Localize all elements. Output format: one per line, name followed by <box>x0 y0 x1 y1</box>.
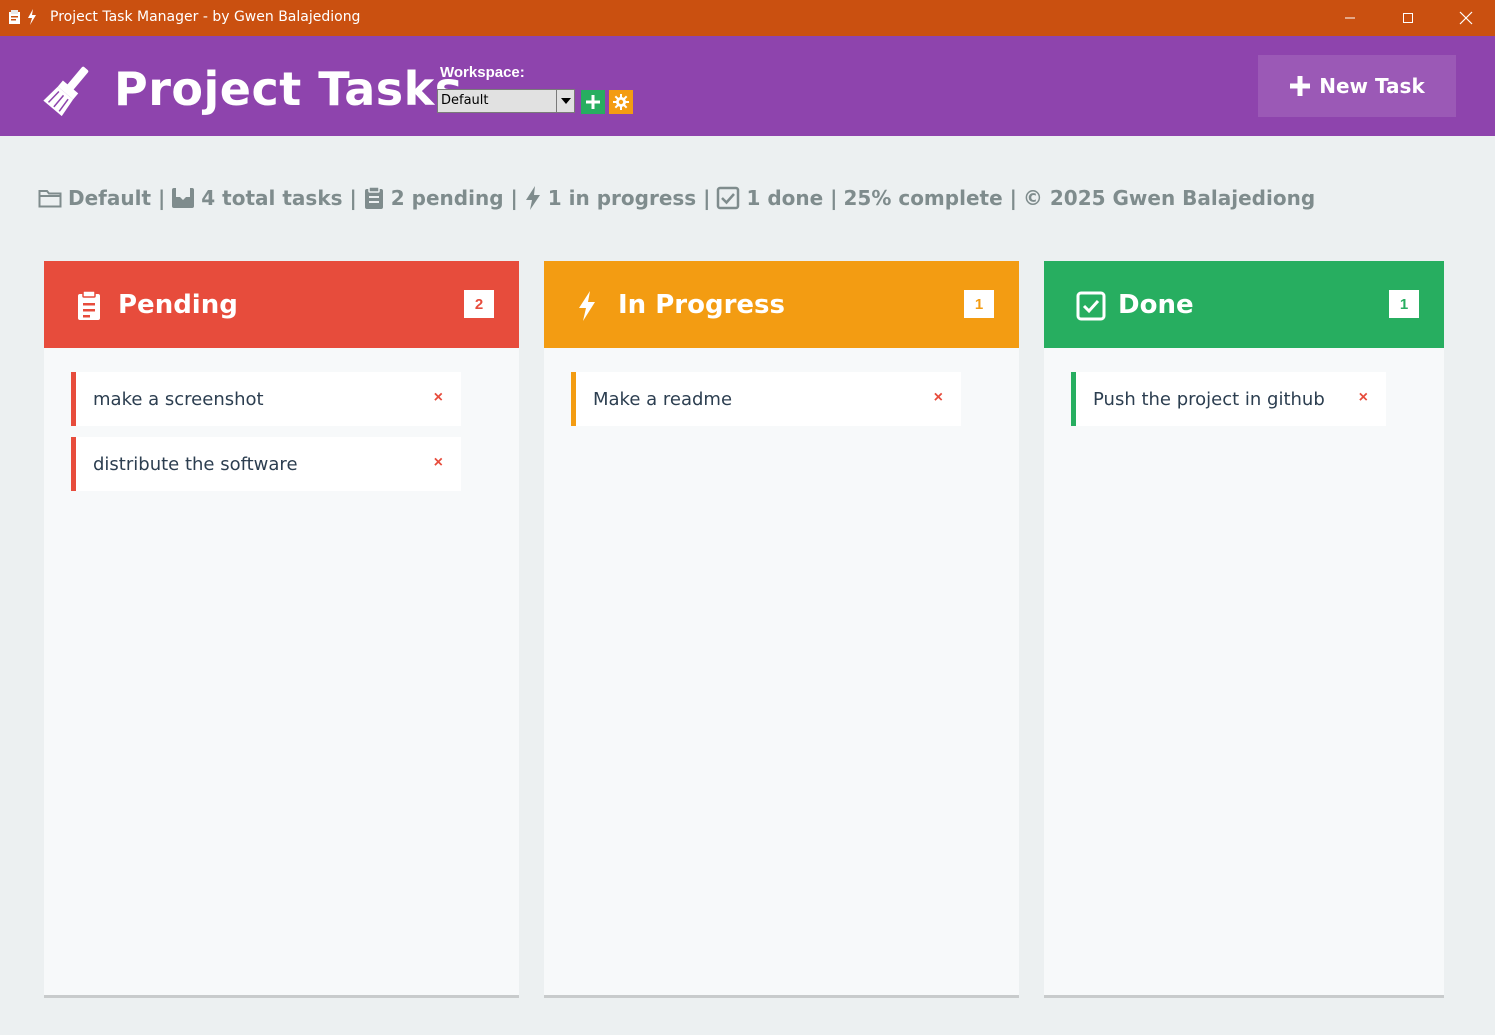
maximize-button[interactable] <box>1379 0 1437 36</box>
lightning-icon <box>525 186 540 210</box>
column-title: Pending <box>118 290 238 320</box>
new-task-label: New Task <box>1319 74 1425 98</box>
close-button[interactable] <box>1437 0 1495 36</box>
workspace-settings-button[interactable] <box>609 90 633 114</box>
status-workspace: Default | <box>68 186 166 210</box>
status-copyright: © 2025 Gwen Balajediong <box>1022 186 1316 210</box>
new-task-button[interactable]: New Task <box>1258 55 1456 117</box>
task-text: Make a readme <box>593 389 733 410</box>
clipboard-icon <box>78 291 100 320</box>
delete-task-button[interactable]: × <box>1359 389 1368 407</box>
column-header-pending: Pending 2 <box>44 261 519 348</box>
delete-task-button[interactable]: × <box>434 454 443 472</box>
window-title: Project Task Manager - by Gwen Balajedio… <box>50 9 361 25</box>
workspace-selected-value: Default <box>441 93 489 108</box>
app-header: Project Tasks Workspace: Default New Tas… <box>0 36 1495 136</box>
lightning-icon <box>579 291 595 321</box>
column-title: In Progress <box>618 290 785 320</box>
app-title: Project Tasks <box>114 62 463 116</box>
minimize-button[interactable] <box>1321 0 1379 36</box>
delete-task-button[interactable]: × <box>934 389 943 407</box>
column-pending: Pending 2 make a screenshot × distribute… <box>44 261 519 998</box>
minimize-icon <box>1345 17 1355 19</box>
window-controls <box>1321 0 1495 36</box>
status-summary: Default | 4 total tasks | 2 pending | 1 … <box>38 185 1315 211</box>
clipboard-icon <box>364 186 383 209</box>
status-pending: 2 pending | <box>390 186 518 210</box>
chevron-down-icon[interactable] <box>556 90 574 112</box>
plus-icon <box>586 95 600 109</box>
column-count-badge: 2 <box>464 290 494 318</box>
task-card[interactable]: Push the project in github × <box>1071 372 1386 426</box>
inbox-icon <box>172 188 195 208</box>
lightning-small-icon <box>28 9 36 25</box>
column-in-progress: In Progress 1 Make a readme × <box>544 261 1019 998</box>
task-text: Push the project in github <box>1093 389 1325 410</box>
task-card[interactable]: distribute the software × <box>71 437 461 491</box>
window-titlebar[interactable]: Project Task Manager - by Gwen Balajedio… <box>0 0 1495 36</box>
workspace-select[interactable]: Default <box>437 89 575 113</box>
status-in-progress: 1 in progress | <box>547 186 711 210</box>
app-icons <box>8 9 37 25</box>
broom-icon <box>43 66 89 116</box>
column-done: Done 1 Push the project in github × <box>1044 261 1444 998</box>
checkbox-icon <box>717 186 740 210</box>
folder-icon <box>38 190 62 208</box>
task-card[interactable]: make a screenshot × <box>71 372 461 426</box>
delete-task-button[interactable]: × <box>434 389 443 407</box>
gear-icon <box>613 94 629 110</box>
status-total: 4 total tasks | <box>201 186 357 210</box>
plus-icon <box>1290 76 1311 96</box>
workspace-label: Workspace: <box>440 64 525 81</box>
task-card[interactable]: Make a readme × <box>571 372 961 426</box>
task-text: distribute the software <box>93 454 298 475</box>
column-count-badge: 1 <box>964 290 994 318</box>
status-complete: 25% complete | <box>843 186 1017 210</box>
close-icon <box>1459 11 1473 25</box>
status-done: 1 done | <box>746 186 838 210</box>
column-header-in-progress: In Progress 1 <box>544 261 1019 348</box>
add-workspace-button[interactable] <box>581 90 605 114</box>
column-title: Done <box>1118 290 1194 320</box>
task-text: make a screenshot <box>93 389 264 410</box>
clipboard-small-icon <box>9 9 20 24</box>
column-count-badge: 1 <box>1389 290 1419 318</box>
maximize-icon <box>1403 13 1413 23</box>
column-header-done: Done 1 <box>1044 261 1444 348</box>
checkbox-icon <box>1076 291 1106 321</box>
